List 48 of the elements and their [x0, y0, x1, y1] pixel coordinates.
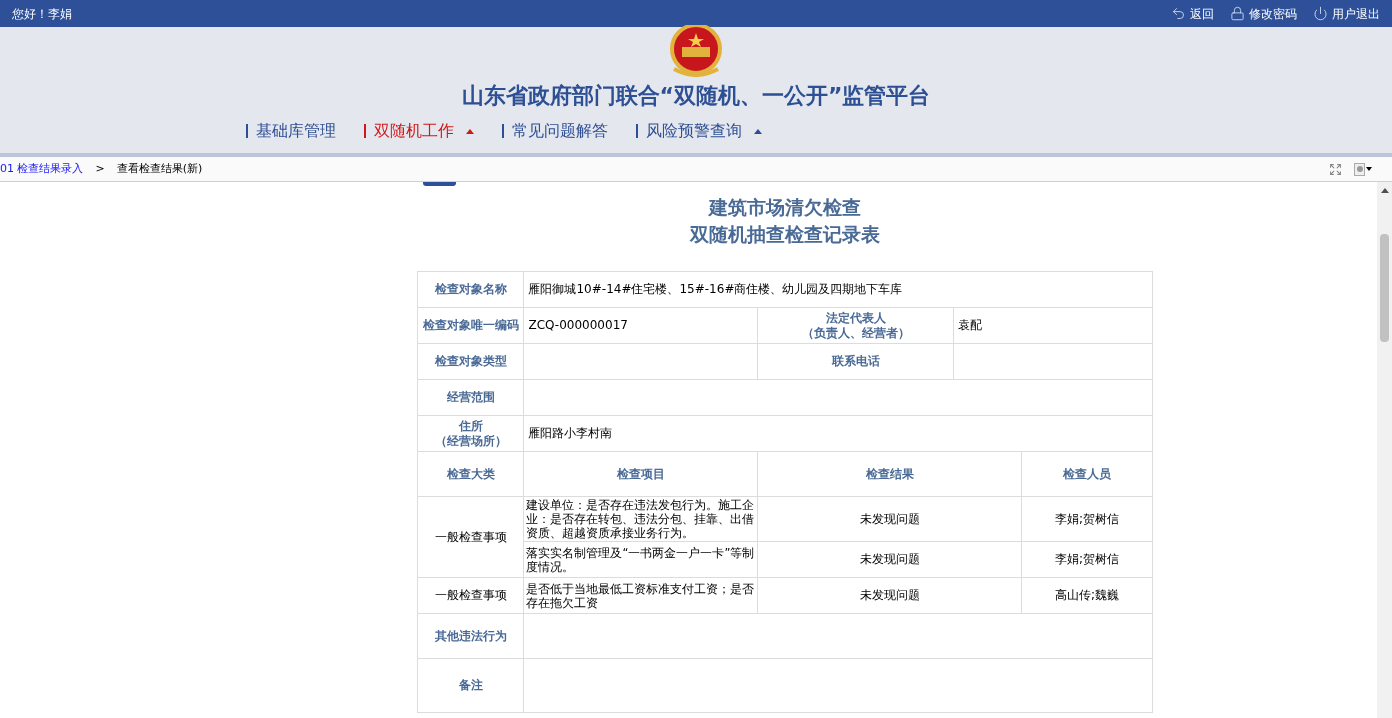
field-label: 备注 [459, 678, 483, 692]
inspector-names: 李娟;贺树信 [1054, 511, 1119, 526]
nav-item[interactable]: 风险预警查询 [635, 119, 762, 143]
field-label: 经营范围 [447, 390, 495, 405]
scrollbar-thumb[interactable] [1380, 234, 1389, 342]
platform-title: 山东省政府部门联合“双随机、一公开”监管平台 [461, 82, 931, 110]
field-label: 检查对象类型 [435, 354, 507, 369]
nav-item[interactable]: 常见问题解答 [501, 119, 608, 143]
field-label: 其他违法行为 [435, 628, 507, 643]
result-text: 未发现问题 [860, 588, 920, 602]
breadcrumb-link[interactable]: 01 检查结果录入 [0, 160, 84, 178]
field-label: 住所 （经营场所） [435, 418, 507, 449]
field-label: 联系电话 [832, 354, 880, 369]
field-label: 检查对象名称 [435, 282, 507, 297]
power-icon [1313, 6, 1328, 21]
top-bar-link[interactable]: 返回 [1171, 4, 1214, 23]
breadcrumb-separator: > [95, 160, 105, 177]
inspector-names: 李娟;贺树信 [1054, 552, 1119, 566]
field-value: ZCQ-000000017 [528, 318, 628, 332]
settings-menu-icon[interactable] [1354, 162, 1372, 176]
field-label: 检查对象唯一编码 [423, 318, 519, 333]
top-bar-link[interactable]: 用户退出 [1313, 4, 1380, 23]
fullscreen-icon[interactable] [1329, 162, 1342, 176]
undo-icon [1171, 6, 1186, 21]
field-value: 雁阳御城10#-14#住宅楼、15#-16#商住楼、幼儿园及四期地下车库 [528, 282, 903, 296]
column-header: 检查大类 [447, 466, 495, 481]
current-page-label: 查看检查结果(新) [116, 160, 203, 177]
result-text: 未发现问题 [860, 552, 920, 566]
greeting-text: 您好！李娟 [12, 5, 72, 23]
check-item-text: 是否低于当地最低工资标准支付工资；是否存在拖欠工资 [526, 581, 755, 610]
nav-item[interactable]: 基础库管理 [245, 119, 336, 143]
field-label: 法定代表人 （负责人、经营者） [802, 310, 910, 341]
scroll-up-icon[interactable] [1380, 188, 1389, 193]
category-text: 一般检查事项 [435, 529, 507, 544]
column-header: 检查人员 [1063, 466, 1111, 481]
form-title: 建筑市场清欠检查 双随机抽查检查记录表 [690, 195, 880, 247]
check-item-text: 建设单位：是否存在违法发包行为。施工企业：是否存在转包、违法分包、挂靠、出借资质、超越资质承接业务行为。 [526, 498, 755, 540]
field-value: 袁配 [958, 318, 983, 332]
nav-item[interactable]: 双随机工作 [363, 119, 474, 143]
inspector-names: 高山传;魏巍 [1054, 588, 1119, 602]
result-text: 未发现问题 [860, 511, 920, 526]
lock-icon [1230, 6, 1245, 21]
check-item-text: 落实实名制管理及“一书两金一户一卡”等制度情况。 [526, 545, 755, 574]
column-header: 检查结果 [866, 466, 914, 481]
top-bar-link[interactable]: 修改密码 [1230, 4, 1297, 23]
column-header: 检查项目 [617, 466, 665, 481]
category-text: 一般检查事项 [435, 588, 507, 602]
field-value: 雁阳路小李村南 [528, 426, 613, 440]
